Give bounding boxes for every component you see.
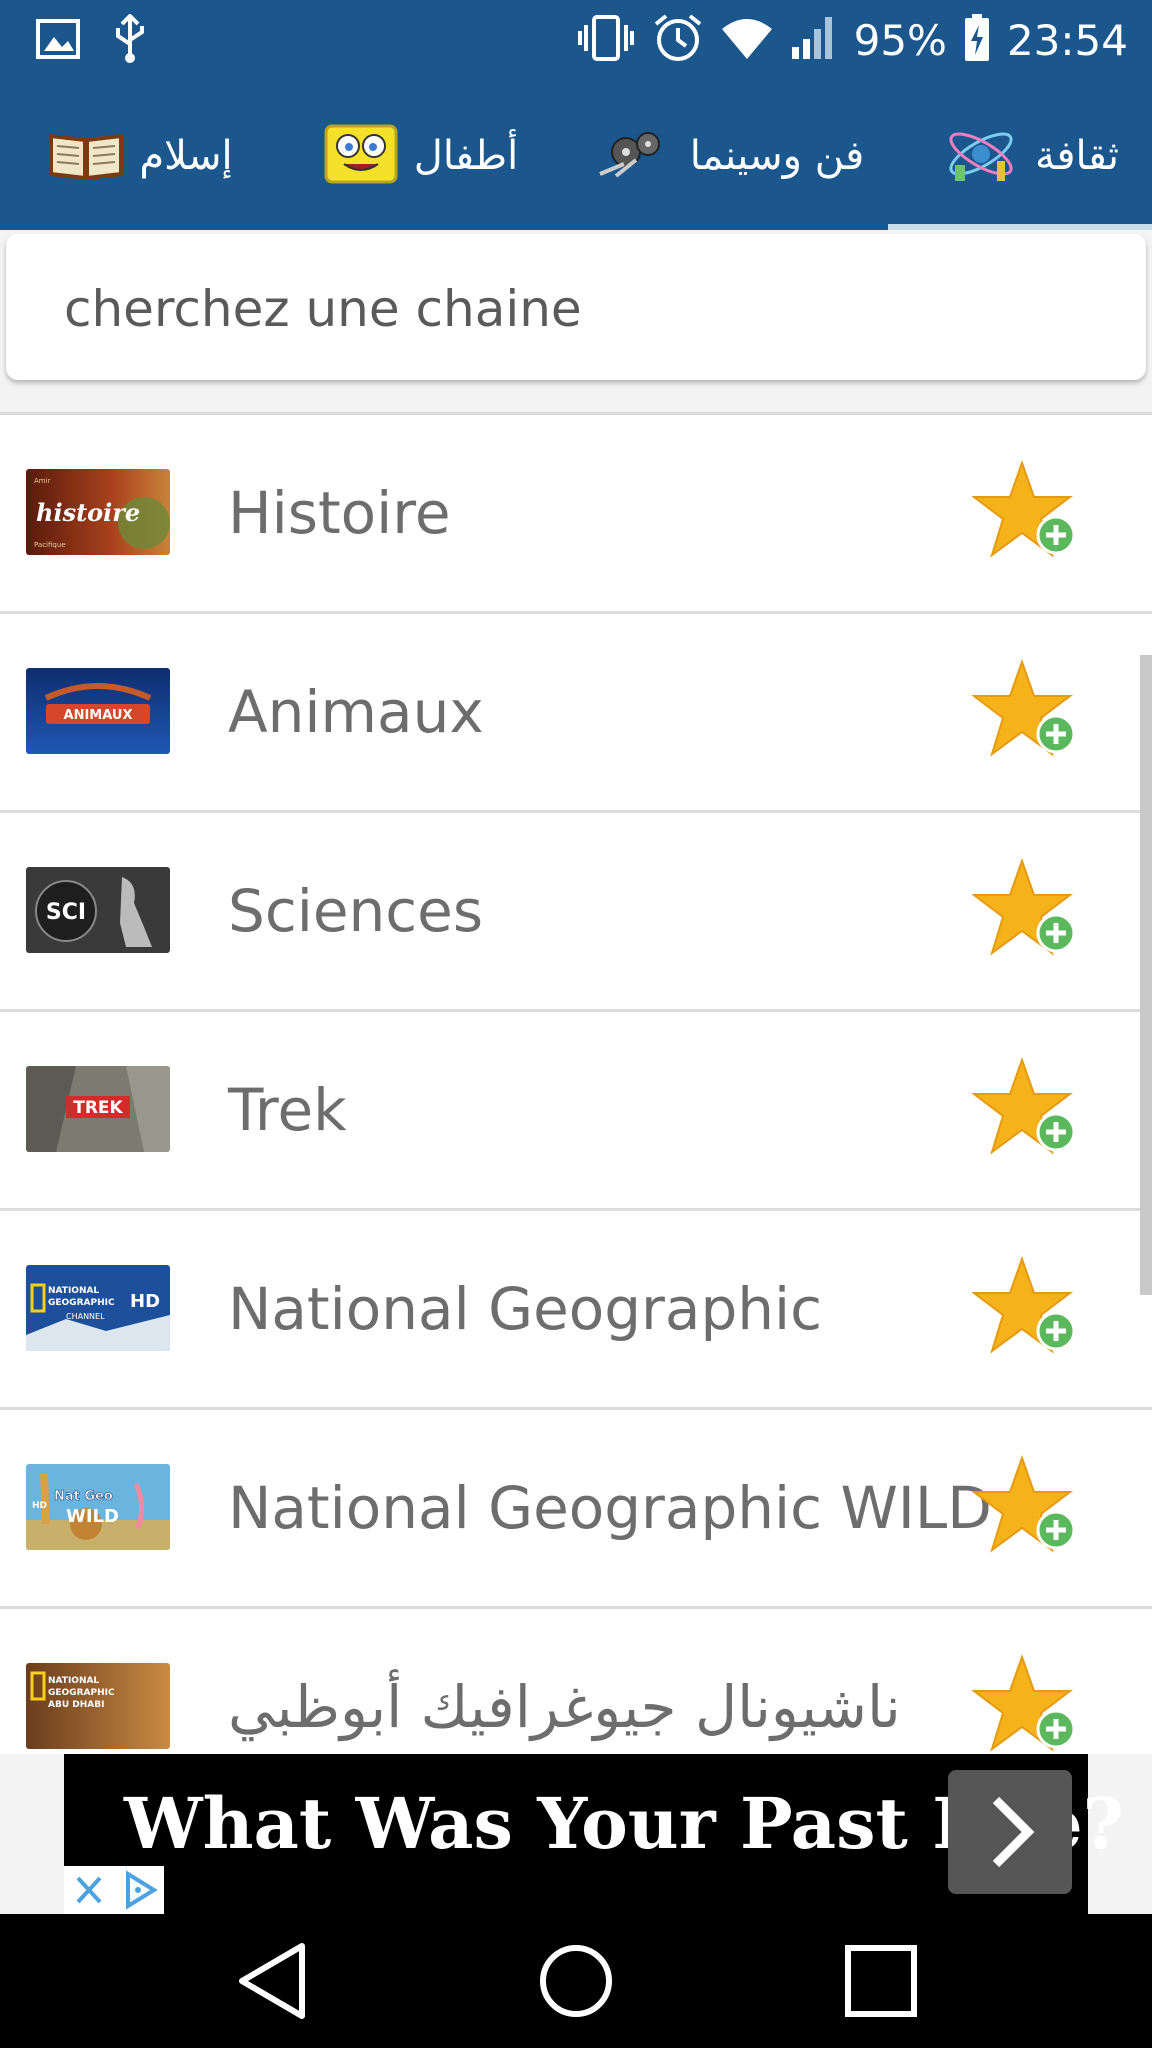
nat-geo-wild-logo: Nat Geo WILD HD (26, 1464, 170, 1550)
list-scrollbar[interactable] (1140, 655, 1152, 1295)
add-favorite-star-icon[interactable] (971, 857, 1082, 967)
film-reel-icon (596, 126, 676, 186)
signal-icon (790, 15, 838, 65)
tab-culture-label: ثقافة (1034, 133, 1120, 179)
histoire-logo: histoire Amir Pacifique (26, 469, 170, 555)
svg-text:WILD: WILD (66, 1506, 119, 1527)
nat-geo-abu-dhabi-logo: NATIONAL GEOGRAPHIC ABU DHABI (26, 1663, 170, 1749)
svg-text:Amir: Amir (34, 477, 51, 485)
svg-text:NATIONAL: NATIONAL (48, 1676, 99, 1686)
channel-row-trek[interactable]: TREK Trek (0, 1012, 1152, 1211)
chevron-right-icon (992, 1796, 1035, 1868)
navigation-bar (0, 1914, 1152, 2048)
svg-text:ABU DHABI: ABU DHABI (48, 1700, 104, 1710)
science-icon (941, 121, 1021, 191)
channel-name: Animaux (228, 678, 484, 746)
add-favorite-star-icon[interactable] (971, 1056, 1082, 1166)
gallery-notification-icon (36, 17, 80, 65)
channel-name: Sciences (228, 877, 484, 945)
channel-name: Histoire (228, 479, 451, 547)
wifi-icon (720, 15, 774, 65)
channel-row-histoire[interactable]: histoire Amir Pacifique Histoire (0, 415, 1152, 614)
tab-kids[interactable]: أطفال (310, 82, 530, 230)
svg-text:CHANNEL: CHANNEL (66, 1312, 105, 1321)
svg-text:GEOGRAPHIC: GEOGRAPHIC (48, 1688, 115, 1698)
vibrate-icon (576, 13, 636, 67)
close-icon[interactable] (64, 1866, 114, 1914)
alarm-icon (652, 12, 704, 68)
add-favorite-star-icon[interactable] (971, 1653, 1082, 1754)
clock: 23:54 (1006, 15, 1128, 65)
tab-art-cinema[interactable]: فن وسينما (580, 82, 880, 230)
add-favorite-star-icon[interactable] (971, 1454, 1082, 1564)
animaux-logo: ANIMAUX (26, 668, 170, 754)
tab-islam-label: إسلام (139, 133, 233, 179)
search-box (6, 234, 1146, 380)
national-geographic-logo: NATIONAL GEOGRAPHIC HD CHANNEL (26, 1265, 170, 1351)
trek-logo: TREK (26, 1066, 170, 1152)
add-favorite-star-icon[interactable] (971, 1255, 1082, 1365)
search-input[interactable] (64, 274, 1064, 344)
svg-text:histoire: histoire (36, 498, 140, 527)
ad-area: What Was Your Past Life? (0, 1754, 1152, 1914)
tab-art-cinema-label: فن وسينما (689, 133, 865, 179)
svg-text:TREK: TREK (73, 1098, 123, 1118)
svg-text:ANIMAUX: ANIMAUX (64, 708, 133, 723)
channel-name: ناشيونال جيوغرافيك أبوظبي (228, 1673, 901, 1741)
add-favorite-star-icon[interactable] (971, 459, 1082, 569)
channel-name: Trek (228, 1076, 347, 1144)
tab-islam[interactable]: إسلام (20, 82, 260, 230)
svg-text:Nat Geo: Nat Geo (54, 1489, 113, 1504)
channel-list: histoire Amir Pacifique Histoire ANIMAUX A… (0, 412, 1152, 1754)
battery-percent: 95% (853, 15, 947, 65)
ad-choices[interactable] (64, 1866, 164, 1914)
svg-text:GEOGRAPHIC: GEOGRAPHIC (48, 1298, 115, 1308)
book-icon (47, 126, 125, 186)
ad-arrow-button[interactable] (948, 1770, 1072, 1894)
sciences-logo: SCI (26, 867, 170, 953)
add-favorite-star-icon[interactable] (971, 658, 1082, 768)
channel-row-sciences[interactable]: SCI Sciences (0, 813, 1152, 1012)
tab-kids-label: أطفال (413, 133, 519, 179)
channel-row-national-geographic[interactable]: NATIONAL GEOGRAPHIC HD CHANNEL National Geo… (0, 1211, 1152, 1410)
svg-text:Pacifique: Pacifique (34, 541, 66, 549)
svg-text:HD: HD (130, 1291, 160, 1312)
svg-text:SCI: SCI (46, 900, 86, 925)
status-bar: 95% 23:54 (0, 0, 1152, 82)
usb-icon (112, 13, 148, 68)
spongebob-icon (322, 122, 400, 190)
search-area (0, 230, 1152, 412)
channel-row-animaux[interactable]: ANIMAUX Animaux (0, 614, 1152, 813)
channel-name: National Geographic WILD (228, 1474, 992, 1542)
svg-text:NATIONAL: NATIONAL (48, 1286, 99, 1296)
adchoices-icon[interactable] (114, 1866, 164, 1914)
ad-banner[interactable]: What Was Your Past Life? (64, 1754, 1124, 1914)
tab-culture[interactable]: ثقافة (920, 82, 1140, 230)
back-icon[interactable] (222, 1936, 322, 2026)
category-tab-bar: إسلام أطفال فن وسينما ثقافة (0, 82, 1152, 230)
channel-name: National Geographic (228, 1275, 823, 1343)
channel-row-national-geographic-wild[interactable]: Nat Geo WILD HD National Geographic WILD (0, 1410, 1152, 1609)
battery-charging-icon (963, 13, 991, 67)
svg-text:HD: HD (32, 1501, 47, 1511)
channel-row-natgeo-abu-dhabi[interactable]: NATIONAL GEOGRAPHIC ABU DHABI ناشيونال جيو… (0, 1609, 1152, 1754)
recents-icon[interactable] (830, 1936, 930, 2026)
home-icon[interactable] (526, 1936, 626, 2026)
